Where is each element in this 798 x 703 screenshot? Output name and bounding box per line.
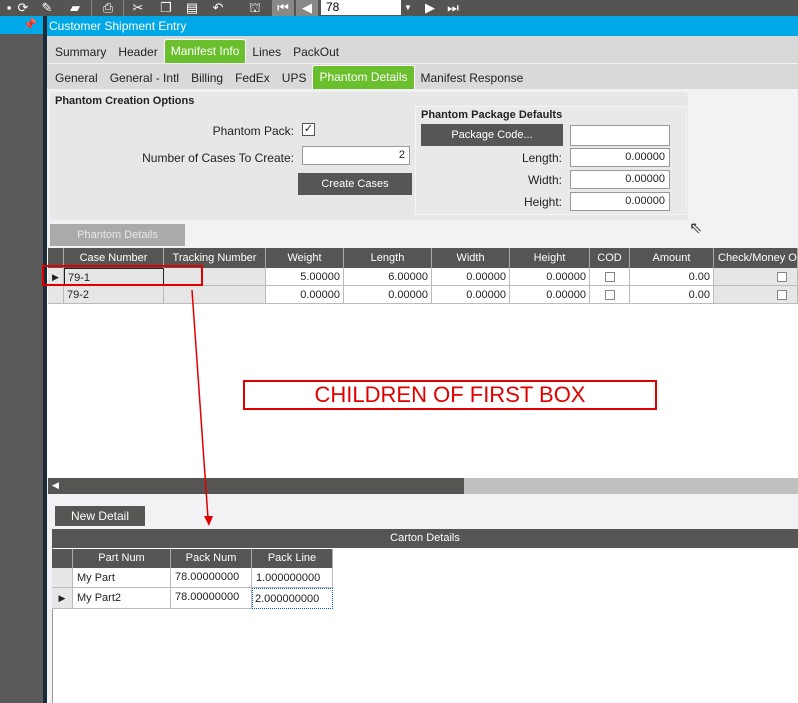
annotation-arrow — [191, 289, 213, 526]
